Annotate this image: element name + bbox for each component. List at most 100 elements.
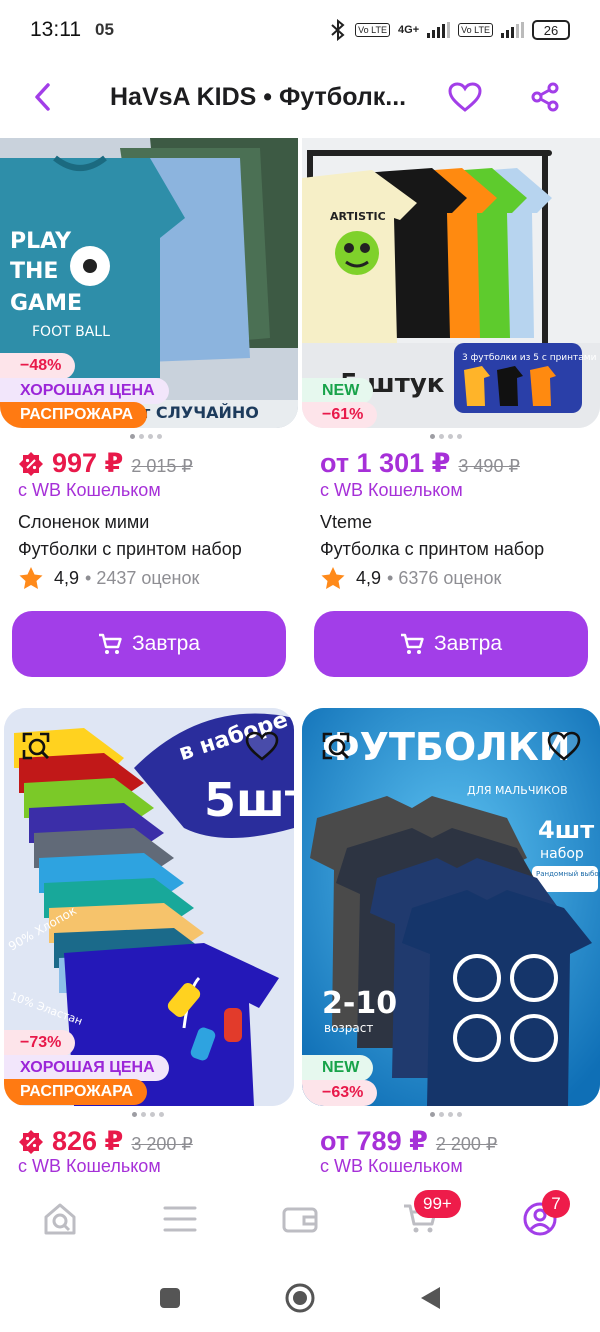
volte-icon: Vo LTE (355, 23, 391, 37)
search-by-image-button[interactable] (16, 726, 56, 766)
image-pager-dots (132, 1112, 164, 1117)
discount-badge: −61% (302, 402, 378, 428)
cart-icon (400, 633, 424, 654)
page-title: HaVsA KIDS • Футболк... (110, 82, 407, 111)
search-home-icon (44, 1203, 76, 1235)
image-pager-dots (430, 1112, 462, 1117)
favorite-button[interactable] (544, 726, 584, 766)
product-card[interactable]: ARTISTIC 5 штук 3 футболки из 5 с принта… (302, 138, 600, 683)
home-button[interactable] (235, 1268, 365, 1328)
favorite-button[interactable] (242, 726, 282, 766)
new-badge: NEW (302, 378, 374, 404)
star-icon (321, 567, 345, 589)
share-button[interactable] (515, 67, 575, 127)
add-to-cart-button[interactable]: Завтра (12, 611, 286, 677)
old-price: 3 200 ₽ (131, 1134, 193, 1154)
circle-icon (285, 1283, 315, 1313)
discount-badge: −63% (302, 1080, 378, 1106)
rating-row: 4,9 • 2437 оценок (18, 566, 199, 591)
image-search-icon (22, 732, 50, 760)
status-extra: 05 (95, 20, 114, 39)
discount-badge: −73% (4, 1030, 76, 1056)
discount-tag-icon (19, 451, 43, 476)
price: от 789 ₽ (320, 1126, 428, 1156)
battery-icon: 26 (532, 20, 570, 40)
recent-apps-button[interactable] (105, 1268, 235, 1328)
heart-icon (245, 731, 279, 761)
svg-text:GAME: GAME (10, 291, 82, 316)
bluetooth-icon (331, 19, 345, 41)
triangle-back-icon (421, 1287, 440, 1309)
product-card[interactable]: в наборе 5шт 90% Хлопок 10% Эластан (0, 708, 300, 1176)
add-to-cart-button[interactable]: Завтра (314, 611, 588, 677)
rating-value: 4,9 (54, 568, 80, 588)
volte-icon-2: Vo LTE (458, 23, 493, 37)
discount-badge: −48% (0, 353, 76, 379)
price-row: 826 ₽ 3 200 ₽ (18, 1126, 193, 1157)
price: 826 ₽ (52, 1126, 124, 1156)
image-text-subtitle: ДЛЯ МАЛЬЧИКОВ (467, 784, 568, 797)
signal-icon (427, 22, 451, 38)
tshirts-boys-illustration: ФУТБОЛКИ ДЛЯ МАЛЬЧИКОВ 4шт набор Рандомн… (302, 708, 600, 1106)
cart-icon (98, 633, 122, 654)
delivery-label: Завтра (433, 632, 503, 655)
price-row: от 1 301 ₽ 3 490 ₽ (320, 448, 520, 479)
review-count: • 2437 оценок (85, 568, 200, 588)
status-time: 13:11 (30, 18, 81, 41)
discount-tag-icon (19, 1129, 43, 1154)
price: от 1 301 ₽ (320, 448, 451, 478)
profile-badge: 7 (542, 1190, 570, 1218)
nav-cart[interactable]: 99+ (360, 1174, 480, 1264)
svg-text:PLAY: PLAY (10, 229, 72, 254)
nav-catalog[interactable] (120, 1174, 240, 1264)
top-bar: HaVsA KIDS • Футболк... (0, 62, 600, 132)
nav-profile[interactable]: 7 (480, 1174, 600, 1264)
sale-badge: РАСПРОЖАРА (4, 1079, 148, 1105)
sale-badge: РАСПРОЖАРА (0, 402, 148, 428)
image-text-age-label: возраст (324, 1021, 373, 1035)
system-navigation (0, 1264, 600, 1332)
wallet-note: с WB Кошельком (18, 480, 161, 500)
star-icon (19, 567, 43, 589)
image-search-icon (322, 732, 350, 760)
old-price: 2 200 ₽ (435, 1134, 498, 1154)
image-pager-dots (130, 434, 162, 439)
brand-name: Слоненок мими (18, 512, 150, 532)
heart-icon (448, 82, 482, 112)
product-image[interactable]: ARTISTIC 5 штук 3 футболки из 5 с принта… (302, 138, 600, 428)
wallet-note: с WB Кошельком (320, 480, 463, 500)
image-text-title: ФУТБОЛКИ (322, 725, 571, 769)
status-bar: 13:11 05 Vo LTE 4G+ Vo LTE 26 (0, 0, 600, 60)
delivery-label: Завтра (131, 632, 201, 655)
image-text-random: Рандомный выбор цвета (536, 870, 600, 878)
product-image[interactable]: ФУТБОЛКИ ДЛЯ МАЛЬЧИКОВ 4шт набор Рандомн… (302, 708, 600, 1106)
good-price-badge: ХОРОШАЯ ЦЕНА (0, 378, 169, 404)
nav-home[interactable] (0, 1174, 120, 1264)
cart-count-badge: 99+ (414, 1190, 461, 1218)
price: 997 ₽ (52, 448, 124, 478)
product-card[interactable]: ФУТБОЛКИ ДЛЯ МАЛЬЧИКОВ 4шт набор Рандомн… (302, 708, 600, 1176)
menu-icon (163, 1206, 197, 1232)
old-price: 3 490 ₽ (458, 456, 520, 476)
rating-value: 4,9 (356, 568, 382, 588)
heart-icon (547, 731, 581, 761)
network-label: 4G+ (398, 24, 420, 36)
price-row: от 789 ₽ 2 200 ₽ (320, 1126, 497, 1157)
favorite-seller-button[interactable] (435, 67, 495, 127)
system-back-button[interactable] (365, 1268, 495, 1328)
back-button[interactable] (8, 62, 78, 132)
image-text-age: 2-10 (322, 986, 397, 1021)
image-text-promo: 3 футболки из 5 с принтами (462, 353, 597, 363)
product-name: Футболка с принтом набор (320, 539, 545, 559)
product-image[interactable]: PLAY THE GAME FOOT BALL от СЛУЧАЙНО −48%… (0, 138, 298, 428)
search-by-image-button[interactable] (316, 726, 356, 766)
image-pager-dots (430, 434, 462, 439)
product-card[interactable]: PLAY THE GAME FOOT BALL от СЛУЧАЙНО −48%… (0, 138, 300, 683)
chevron-left-icon (35, 83, 50, 111)
product-image[interactable]: в наборе 5шт 90% Хлопок 10% Эластан (4, 708, 294, 1106)
new-badge: NEW (302, 1055, 374, 1081)
share-icon (531, 82, 559, 112)
rating-row: 4,9 • 6376 оценок (320, 566, 501, 591)
nav-wallet[interactable] (240, 1174, 360, 1264)
image-caption: от СЛУЧАЙНО (130, 403, 259, 422)
